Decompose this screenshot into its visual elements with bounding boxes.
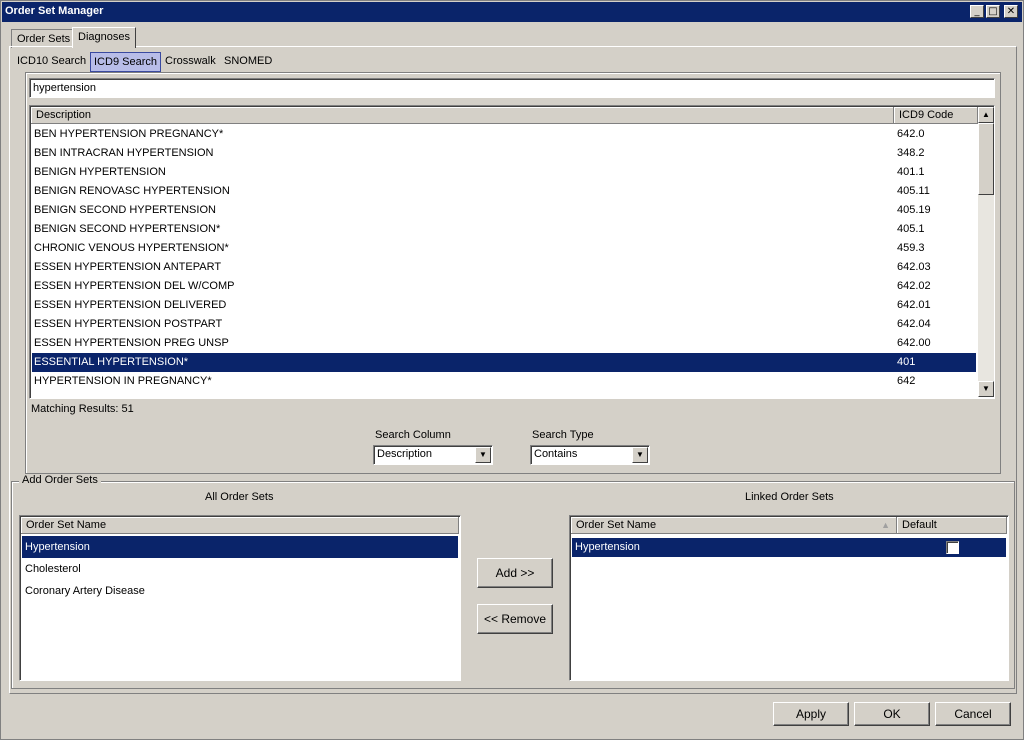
table-row[interactable]: BEN INTRACRAN HYPERTENSION 348.2 — [32, 144, 976, 163]
table-row[interactable]: CHRONIC VENOUS HYPERTENSION* 459.3 — [32, 239, 976, 258]
maximize-icon[interactable]: □ — [986, 5, 1000, 18]
window-title: Order Set Manager — [5, 5, 104, 17]
row-description: ESSEN HYPERTENSION ANTEPART — [34, 261, 222, 273]
order-set-name: Coronary Artery Disease — [25, 585, 145, 597]
subtab-icd9-search[interactable]: ICD9 Search — [90, 52, 161, 72]
row-icd9-code: 642.00 — [897, 337, 931, 349]
table-row[interactable]: ESSEN HYPERTENSION POSTPART 642.04 — [32, 315, 976, 334]
row-icd9-code: 642.01 — [897, 299, 931, 311]
column-header-order-set-name[interactable]: Order Set Name — [21, 517, 459, 534]
search-input[interactable] — [29, 78, 995, 98]
row-icd9-code: 642.02 — [897, 280, 931, 292]
subtab-icd10-search[interactable]: ICD10 Search — [14, 52, 89, 70]
remove-button[interactable]: << Remove — [477, 604, 553, 634]
subtab-snomed[interactable]: SNOMED — [221, 52, 275, 70]
linked-order-sets-list[interactable]: Order Set Name ▲ Default Hypertension — [569, 515, 1009, 681]
order-set-manager-window: Order Set Manager _ □ ✕ Order Sets Diagn… — [0, 0, 1024, 740]
table-row[interactable]: ESSEN HYPERTENSION DEL W/COMP 642.02 — [32, 277, 976, 296]
order-set-name: Hypertension — [25, 541, 90, 553]
all-order-sets-list[interactable]: Order Set Name Hypertension Cholesterol Co… — [19, 515, 461, 681]
table-row[interactable]: ESSEN HYPERTENSION ANTEPART 642.03 — [32, 258, 976, 277]
row-icd9-code: 405.1 — [897, 223, 925, 235]
linked-order-set-row[interactable]: Hypertension — [572, 538, 1006, 557]
subtab-crosswalk[interactable]: Crosswalk — [162, 52, 219, 70]
tab-diagnoses[interactable]: Diagnoses — [72, 27, 136, 48]
order-set-name: Cholesterol — [25, 563, 81, 575]
results-scrollbar[interactable]: ▲ ▼ — [978, 107, 994, 397]
row-description: ESSEN HYPERTENSION PREG UNSP — [34, 337, 229, 349]
row-icd9-code: 642.04 — [897, 318, 931, 330]
table-row[interactable]: ESSENTIAL HYPERTENSION* 401 — [32, 353, 976, 372]
row-icd9-code: 459.3 — [897, 242, 925, 254]
row-description: HYPERTENSION IN PREGNANCY* — [34, 375, 212, 387]
default-checkbox[interactable] — [946, 541, 959, 554]
row-description: BENIGN RENOVASC HYPERTENSION — [34, 185, 230, 197]
search-column-select[interactable]: Description ▼ — [373, 445, 493, 465]
scroll-thumb[interactable] — [978, 123, 994, 195]
sort-up-icon: ▲ — [881, 520, 890, 530]
list-item[interactable]: Coronary Artery Disease — [22, 580, 458, 602]
scroll-up-icon[interactable]: ▲ — [978, 107, 994, 123]
minimize-icon[interactable]: _ — [970, 5, 984, 18]
table-row[interactable]: HYPERTENSION IN PREGNANCY* 642 — [32, 372, 976, 391]
add-order-sets-label: Add Order Sets — [19, 474, 101, 486]
row-icd9-code: 642.03 — [897, 261, 931, 273]
table-row[interactable]: BENIGN SECOND HYPERTENSION 405.19 — [32, 201, 976, 220]
search-column-value: Description — [377, 448, 433, 460]
table-row[interactable]: BENIGN RENOVASC HYPERTENSION 405.11 — [32, 182, 976, 201]
row-icd9-code: 642 — [897, 375, 916, 387]
column-header-default[interactable]: Default — [897, 517, 1007, 534]
ok-button[interactable]: OK — [854, 702, 930, 726]
row-icd9-code: 405.11 — [897, 185, 930, 197]
table-row[interactable]: ESSEN HYPERTENSION PREG UNSP 642.00 — [32, 334, 976, 353]
chevron-down-icon[interactable]: ▼ — [475, 447, 491, 463]
row-description: BENIGN HYPERTENSION — [34, 166, 166, 178]
row-description: ESSEN HYPERTENSION DEL W/COMP — [34, 280, 235, 292]
row-icd9-code: 642.0 — [897, 128, 925, 140]
chevron-down-icon[interactable]: ▼ — [632, 447, 648, 463]
search-type-value: Contains — [534, 448, 578, 460]
column-header-linked-order-set-name[interactable]: Order Set Name ▲ — [571, 517, 897, 534]
table-row[interactable]: BENIGN HYPERTENSION 401.1 — [32, 163, 976, 182]
search-type-select[interactable]: Contains ▼ — [530, 445, 650, 465]
list-item[interactable]: Cholesterol — [22, 558, 458, 580]
scroll-down-icon[interactable]: ▼ — [978, 381, 994, 397]
apply-button[interactable]: Apply — [773, 702, 849, 726]
add-button[interactable]: Add >> — [477, 558, 553, 588]
row-description: BEN HYPERTENSION PREGNANCY* — [34, 128, 224, 140]
row-description: BEN INTRACRAN HYPERTENSION — [34, 147, 214, 159]
row-icd9-code: 401.1 — [897, 166, 925, 178]
row-description: CHRONIC VENOUS HYPERTENSION* — [34, 242, 229, 254]
row-description: ESSEN HYPERTENSION DELIVERED — [34, 299, 227, 311]
search-type-label: Search Type — [532, 429, 594, 441]
column-header-icd9-code[interactable]: ICD9 Code — [894, 107, 978, 124]
matching-results-label: Matching Results: 51 — [31, 403, 134, 415]
row-icd9-code: 348.2 — [897, 147, 925, 159]
row-description: ESSENTIAL HYPERTENSION* — [34, 356, 189, 368]
table-row[interactable]: BEN HYPERTENSION PREGNANCY* 642.0 — [32, 125, 976, 144]
row-icd9-code: 401 — [897, 356, 916, 368]
title-bar[interactable]: Order Set Manager _ □ ✕ — [2, 2, 1022, 22]
table-row[interactable]: ESSEN HYPERTENSION DELIVERED 642.01 — [32, 296, 976, 315]
column-header-description[interactable]: Description — [31, 107, 894, 124]
row-description: BENIGN SECOND HYPERTENSION — [34, 204, 216, 216]
all-order-sets-label: All Order Sets — [205, 491, 274, 503]
linked-order-sets-label: Linked Order Sets — [745, 491, 834, 503]
search-column-label: Search Column — [375, 429, 451, 441]
linked-order-set-name: Hypertension — [575, 541, 640, 553]
row-description: BENIGN SECOND HYPERTENSION* — [34, 223, 221, 235]
results-list[interactable]: Description ICD9 Code BEN HYPERTENSION P… — [29, 105, 995, 399]
table-row[interactable]: BENIGN SECOND HYPERTENSION* 405.1 — [32, 220, 976, 239]
linked-order-set-name-header-label: Order Set Name — [576, 519, 657, 531]
row-description: ESSEN HYPERTENSION POSTPART — [34, 318, 223, 330]
close-icon[interactable]: ✕ — [1004, 5, 1018, 18]
cancel-button[interactable]: Cancel — [935, 702, 1011, 726]
list-item[interactable]: Hypertension — [22, 536, 458, 558]
row-icd9-code: 405.19 — [897, 204, 931, 216]
